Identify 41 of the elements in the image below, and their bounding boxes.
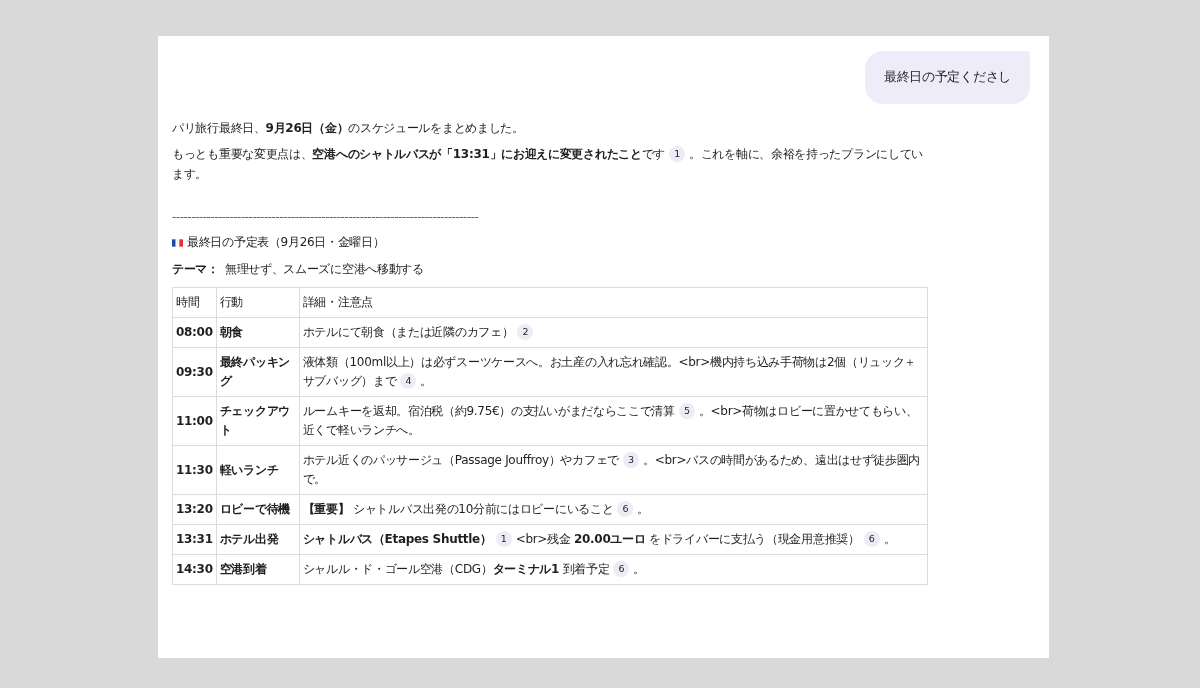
citation-chip[interactable]: 6 (613, 561, 630, 577)
citation-chip[interactable]: 5 (678, 403, 695, 419)
table-cell: 08:00 (172, 317, 217, 348)
column-header: 詳細・注意点 (299, 287, 928, 318)
table-cell: シャルル・ド・ゴール空港（CDG）ターミナル1 到着予定 6 。 (299, 554, 928, 585)
schedule-title: 最終日の予定表（9月26日・金曜日） (187, 234, 385, 251)
table-cell: ホテル出発 (216, 524, 300, 555)
theme-text: 無理せず、スムーズに空港へ移動する (224, 261, 424, 278)
citation-chip[interactable]: 6 (863, 531, 880, 547)
citation-chip[interactable]: 6 (617, 501, 634, 517)
citation-chip[interactable]: 1 (669, 146, 685, 162)
table-cell: 09:30 (172, 347, 217, 397)
table-cell: 軽いランチ (216, 445, 300, 495)
table-cell: ホテルにて朝食（または近隣のカフェ） 2 (299, 317, 928, 348)
table-cell: 11:30 (172, 445, 217, 495)
table-cell: 13:31 (172, 524, 217, 555)
table-cell: ホテル近くのパッサージュ（Passage Jouffroy）やカフェで 3 。<br>バスの時間があるため、遠出はせず徒歩圏内で。 (299, 445, 928, 495)
table-cell: 11:00 (172, 396, 217, 446)
table-cell: 13:20 (172, 494, 217, 525)
citation-chip[interactable]: 2 (517, 324, 534, 340)
citation-chip[interactable]: 1 (495, 531, 512, 547)
flag-icon (172, 238, 183, 247)
citation-chip[interactable]: 3 (623, 452, 639, 468)
table-cell: 14:30 (172, 554, 217, 585)
table-cell: 【重要】 シャトルバス出発の10分前にはロビーにいること 6 。 (299, 494, 928, 525)
table-cell: 液体類（100ml以上）は必ずスーツケースへ。お土産の入れ忘れ確認。<br>機内持ち込み手荷物は2個（リュック＋サブバッグ）まで 4 。 (299, 347, 928, 397)
paragraph: パリ旅行最終日、9月26日（金）のスケジュールをまとめました。 (172, 120, 525, 137)
column-header: 時間 (172, 287, 217, 318)
table-cell: ロビーで待機 (216, 494, 300, 525)
paragraph: もっとも重要な変更点は、空港へのシャトルバスが「13:31」にお迎えに変更されたことです 1 。これを軸に、余裕を持ったプランにしています。 (172, 145, 925, 183)
column-header: 行動 (216, 287, 300, 318)
user-message: 最終日の予定くださし (865, 51, 1030, 104)
table-cell: 最終パッキング (216, 347, 300, 397)
table-cell: 朝食 (216, 317, 300, 348)
citation-chip[interactable]: 4 (400, 373, 417, 389)
table-cell: ルームキーを返却。宿泊税（約9.75€）の支払いがまだならここで清算 5 。<br>荷物はロビーに置かせてもらい、近くで軽いランチへ。 (299, 396, 928, 446)
table-cell: 空港到着 (216, 554, 300, 585)
dashed-divider-text: -------------------------------------------------------------------------------- (172, 210, 479, 224)
table-cell: シャトルバス（Etapes Shuttle） 1 <br>残金 20.00ユーロ をドライバーに支払う（現金用意推奨） 6 。 (299, 524, 928, 555)
table-cell: チェックアウト (216, 396, 300, 446)
theme-label: テーマ： (172, 261, 219, 278)
